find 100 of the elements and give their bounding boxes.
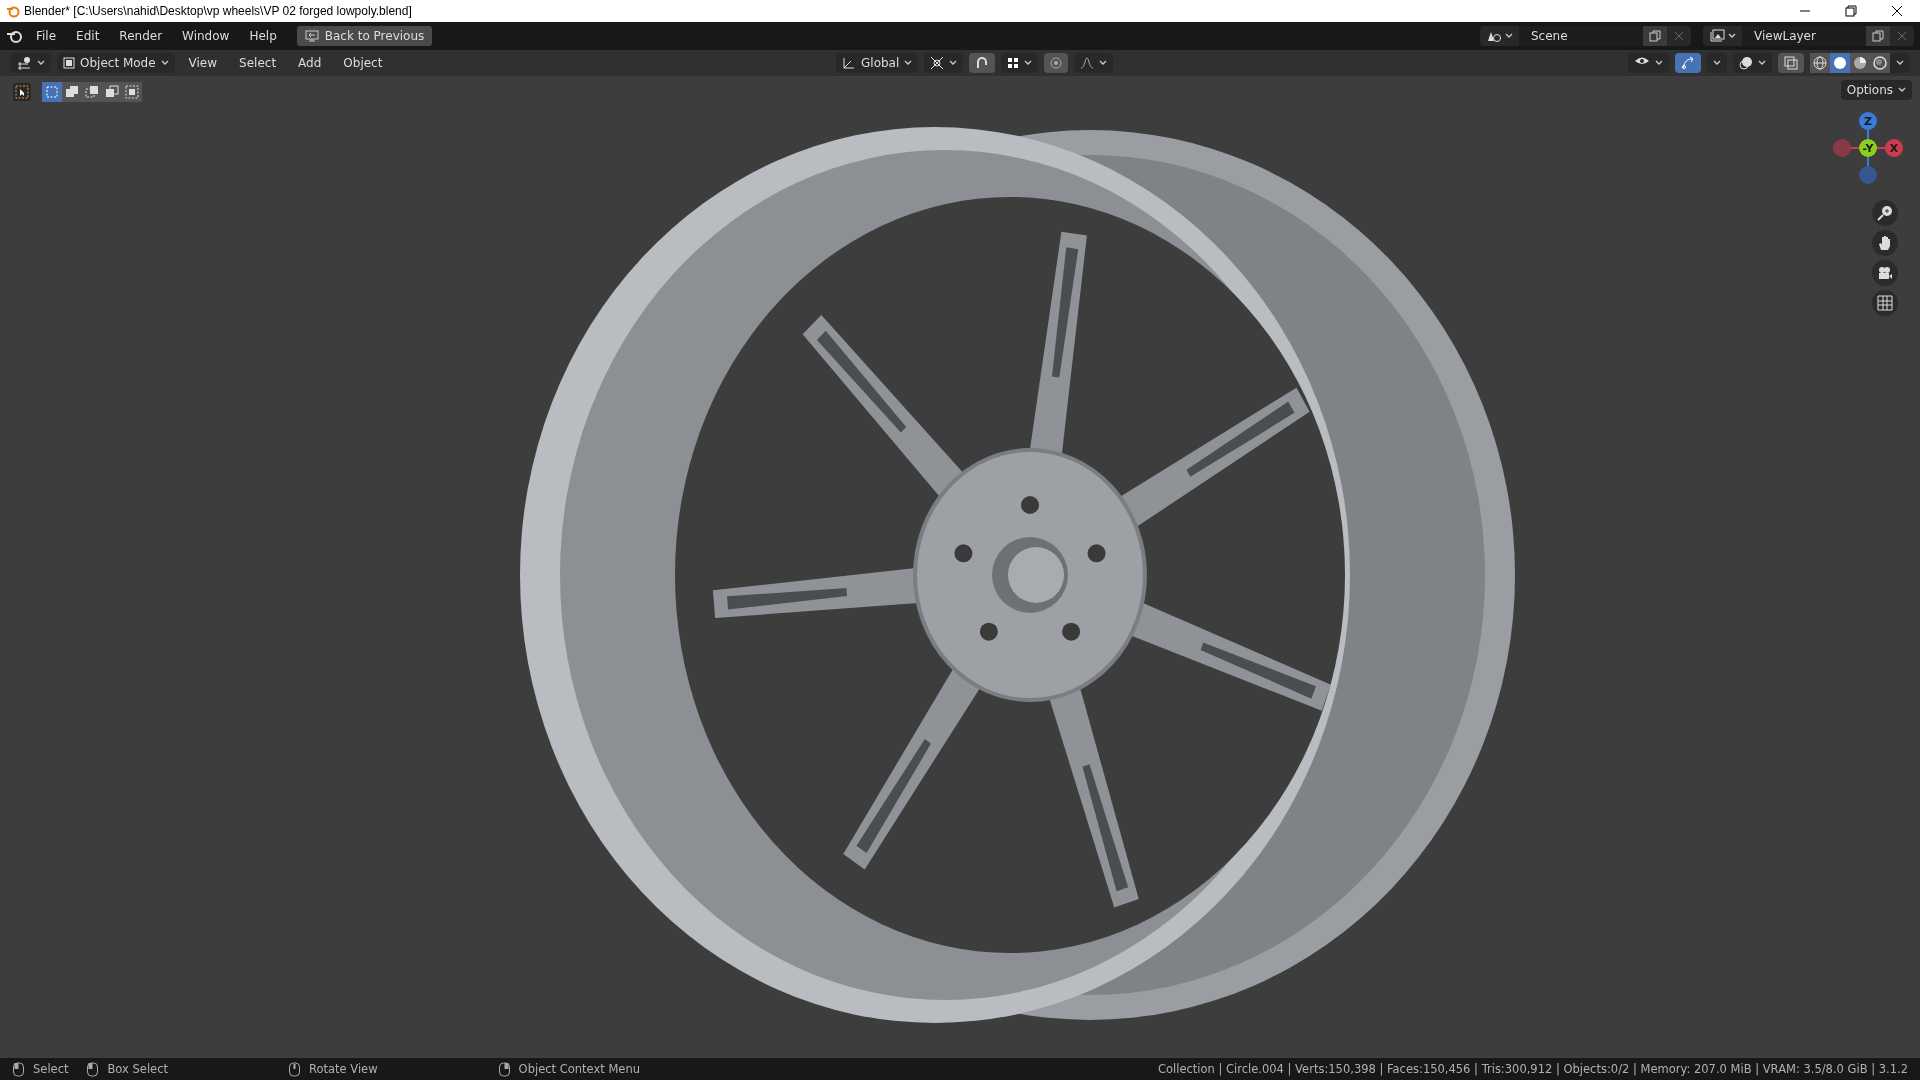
scene-selector[interactable]: Scene	[1480, 26, 1691, 46]
solid-shading-icon	[1832, 55, 1848, 71]
scene-statistics: Collection | Circle.004 | Verts:150,398 | Faces:150,456 | Tris:300,912 | Objects:0/2 | Memory: 207.0 MiB | VRAM: 3.5/8.0 GiB | 3.1.2	[1157, 1062, 1908, 1076]
magnet-icon	[975, 56, 990, 70]
orientation-dropdown[interactable]: Global	[836, 53, 919, 73]
snap-target-dropdown[interactable]	[1001, 53, 1039, 73]
menu-item[interactable]: Edit	[68, 26, 108, 46]
menu-item[interactable]: View	[180, 53, 226, 73]
axes-icon	[842, 56, 856, 70]
intersect-mode-icon	[124, 84, 140, 100]
screen-icon	[304, 30, 319, 42]
gizmo-dropdown[interactable]	[1707, 53, 1727, 73]
app-logo-icon[interactable]	[6, 28, 24, 44]
caret-icon	[37, 60, 45, 66]
menu-item[interactable]: Render	[111, 26, 171, 46]
caret-icon	[160, 60, 169, 66]
status-hint: Object Context Menu	[518, 1062, 640, 1076]
view-layer-selector[interactable]: ViewLayer	[1703, 26, 1914, 46]
camera-icon	[1877, 265, 1893, 281]
image-stack-icon	[1709, 29, 1725, 43]
pivot-dropdown[interactable]	[924, 53, 964, 73]
app-logo-icon	[6, 4, 20, 18]
select-mode-button[interactable]	[122, 82, 142, 102]
curve-icon	[1080, 57, 1095, 69]
status-hint: Box Select	[107, 1062, 168, 1076]
target-icon	[1050, 57, 1063, 69]
x-axis-handle[interactable]: X	[1885, 139, 1903, 157]
extend-mode-icon	[64, 84, 80, 100]
menu-item[interactable]: Add	[290, 53, 330, 73]
caret-icon	[1896, 60, 1904, 66]
pivot-icon	[930, 56, 945, 70]
subtract-mode-icon	[84, 84, 100, 100]
set-mode-icon	[44, 84, 60, 100]
grid-dots-icon	[1007, 57, 1020, 69]
caret-icon	[1099, 60, 1108, 66]
negative-z-axis-handle[interactable]	[1859, 166, 1877, 184]
visibility-dropdown[interactable]	[1628, 53, 1669, 73]
z-axis-handle[interactable]: Z	[1859, 112, 1877, 130]
window-title: Blender* [C:\Users\nahid\Desktop\vp wheels\VP 02 forged lowpoly.blend]	[24, 4, 413, 18]
menu-item[interactable]: Help	[241, 26, 285, 46]
status-hint: Select	[33, 1062, 69, 1076]
menu-item[interactable]: Select	[231, 53, 285, 73]
perspective-toggle[interactable]	[1872, 290, 1898, 316]
rendered-shading-icon	[1872, 55, 1888, 71]
material-shading-icon	[1852, 55, 1868, 71]
hand-icon	[1877, 235, 1893, 251]
camera-view-button[interactable]	[1872, 260, 1898, 286]
caret-icon	[949, 60, 958, 66]
view-layer-name[interactable]: ViewLayer	[1742, 26, 1866, 46]
close-icon[interactable]	[1674, 31, 1684, 41]
editor-type-button[interactable]	[10, 53, 51, 73]
menu-item[interactable]: File	[28, 26, 65, 46]
caret-icon	[1505, 33, 1513, 39]
caret-icon	[1713, 60, 1721, 66]
zoom-button[interactable]	[1872, 200, 1898, 226]
shading-mode-button[interactable]	[1830, 53, 1850, 73]
select-mode-button[interactable]	[62, 82, 82, 102]
zoom-icon	[1877, 205, 1893, 221]
invert-mode-icon	[104, 84, 120, 100]
grid-icon	[1877, 295, 1893, 311]
select-tool-icon[interactable]	[12, 82, 32, 102]
xray-toggle[interactable]	[1778, 53, 1804, 73]
menu-item[interactable]: Object	[335, 53, 391, 73]
arc-arrow-icon	[1681, 56, 1695, 70]
close-icon[interactable]	[1897, 31, 1907, 41]
copy-icon[interactable]	[1872, 30, 1884, 42]
negative-x-axis-handle[interactable]	[1833, 139, 1851, 157]
mouse-icon	[497, 1061, 511, 1077]
wireframe-shading-icon	[1812, 55, 1828, 71]
gizmo-toggle[interactable]	[1675, 53, 1701, 73]
caret-icon	[1758, 60, 1766, 66]
falloff-dropdown[interactable]	[1074, 53, 1114, 73]
y-axis-handle[interactable]: -Y	[1859, 139, 1877, 157]
shading-mode-button[interactable]	[1810, 53, 1830, 73]
caret-icon	[1655, 60, 1663, 66]
xray-icon	[1784, 56, 1798, 70]
caret-icon	[1024, 60, 1033, 66]
mouse-icon	[86, 1061, 100, 1077]
shading-mode-button[interactable]	[1870, 53, 1890, 73]
shading-mode-button[interactable]	[1850, 53, 1870, 73]
status-hint: Rotate View	[309, 1062, 378, 1076]
pan-button[interactable]	[1872, 230, 1898, 256]
copy-icon[interactable]	[1649, 30, 1661, 42]
cube-icon	[63, 57, 75, 69]
select-mode-button[interactable]	[102, 82, 122, 102]
back-to-previous-button[interactable]: Back to Previous	[296, 26, 433, 46]
options-dropdown[interactable]: Options	[1840, 80, 1912, 100]
caret-icon	[1728, 33, 1736, 39]
mouse-icon	[288, 1061, 301, 1077]
axes-icon	[16, 56, 32, 70]
scene-name[interactable]: Scene	[1519, 26, 1643, 46]
caret-icon	[1898, 87, 1906, 93]
overlay-circles-icon	[1739, 56, 1753, 70]
proportional-edit-button[interactable]	[1044, 53, 1069, 73]
caret-icon	[904, 60, 913, 66]
overlays-button[interactable]	[1733, 53, 1772, 73]
mouse-icon	[12, 1061, 25, 1077]
snap-toggle[interactable]	[969, 53, 996, 73]
menu-item[interactable]: Window	[174, 26, 238, 46]
mode-dropdown[interactable]: Object Mode	[57, 53, 175, 73]
